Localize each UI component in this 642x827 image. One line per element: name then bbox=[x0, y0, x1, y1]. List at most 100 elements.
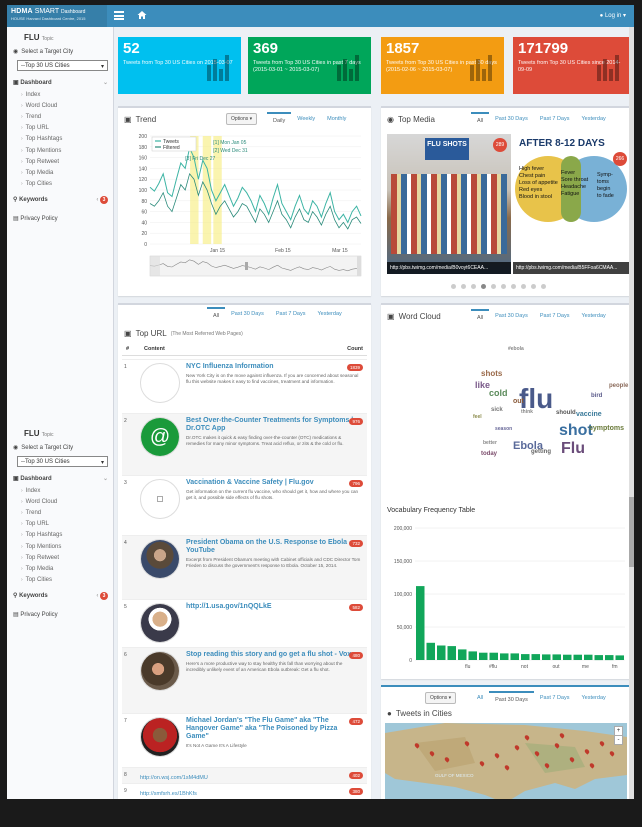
sidebar-dashboard[interactable]: ▣ Dashboard ⌄ bbox=[7, 73, 114, 89]
bar[interactable] bbox=[552, 654, 562, 660]
url-title-link[interactable]: NYC Influenza Information bbox=[186, 363, 361, 371]
bar[interactable] bbox=[447, 646, 457, 660]
url-thumbnail[interactable] bbox=[140, 363, 180, 403]
word-cloud-term[interactable]: getting bbox=[531, 449, 551, 455]
sidebar-privacy-policy[interactable]: ▤ Privacy Policy bbox=[7, 603, 114, 621]
bar[interactable] bbox=[500, 653, 509, 660]
url-title-link[interactable]: Vaccination & Vaccine Safety | Flu.gov bbox=[186, 479, 361, 487]
home-icon[interactable] bbox=[137, 10, 147, 20]
tab-past-7-days[interactable]: Past 7 Days bbox=[270, 307, 312, 323]
sidebar-item-index[interactable]: › Index bbox=[7, 89, 114, 100]
bar[interactable] bbox=[458, 649, 467, 660]
tab-yesterday[interactable]: Yesterday bbox=[576, 112, 612, 128]
sidebar-item-trend[interactable]: › Trend bbox=[7, 111, 114, 122]
login-button[interactable]: ● Log in ▾ bbox=[600, 12, 626, 19]
word-cloud-term[interactable]: feel bbox=[473, 415, 482, 420]
word-cloud-term[interactable]: shots bbox=[481, 370, 502, 378]
url-thumbnail[interactable] bbox=[140, 603, 180, 643]
carousel-dot[interactable] bbox=[461, 284, 466, 289]
bar[interactable] bbox=[521, 654, 530, 660]
tab-past-7-days[interactable]: Past 7 Days bbox=[534, 112, 576, 128]
media-caption[interactable]: http://pbs.twimg.com/media/B5FFoa6CMAA..… bbox=[513, 262, 631, 274]
bar[interactable] bbox=[573, 654, 583, 660]
bar[interactable] bbox=[605, 655, 614, 661]
word-cloud-term[interactable]: think bbox=[521, 410, 533, 415]
carousel-dot[interactable] bbox=[531, 284, 536, 289]
table-row[interactable]: 5 http://1.usa.gov/1nQQLkE 582 bbox=[122, 599, 367, 647]
url-title-link[interactable]: Michael Jordan's "The Flu Game" aka "The… bbox=[186, 717, 361, 741]
trend-chart[interactable]: 200180160140120100806040200Jan 15 Feb 15 M… bbox=[118, 128, 371, 298]
map-options-button[interactable]: Options ▾ bbox=[425, 692, 457, 704]
tab-past-7-days[interactable]: Past 7 Days bbox=[534, 309, 576, 325]
carousel-dot[interactable] bbox=[471, 284, 476, 289]
word-cloud-term[interactable]: cold bbox=[489, 389, 508, 398]
tab-all[interactable]: All bbox=[471, 691, 489, 707]
table-row[interactable]: 7 Michael Jordan's "The Flu Game" aka "Th… bbox=[122, 713, 367, 767]
word-cloud-term[interactable]: should bbox=[556, 410, 576, 416]
menu-toggle-icon[interactable] bbox=[114, 11, 124, 20]
url-thumbnail[interactable]: @ bbox=[140, 417, 180, 457]
url-thumbnail[interactable] bbox=[140, 717, 180, 757]
table-row[interactable]: 9 http://smfsrh.es/1BhKfs 380 bbox=[122, 783, 367, 799]
sidebar-item-top-media[interactable]: › Top Media bbox=[7, 167, 114, 178]
sidebar-item-top-mentions[interactable]: › Top Mentions bbox=[7, 145, 114, 156]
us-map[interactable]: GULF OF MEXICO + - bbox=[385, 723, 627, 799]
url-thumbnail[interactable] bbox=[140, 539, 180, 579]
bar[interactable] bbox=[426, 642, 436, 660]
sidebar-item-top-cities[interactable]: › Top Cities bbox=[7, 179, 114, 190]
range-navigator[interactable] bbox=[149, 255, 362, 277]
word-cloud-term[interactable]: out bbox=[513, 398, 524, 405]
word-cloud-term[interactable]: symptoms bbox=[589, 425, 624, 432]
zoom-out-button[interactable]: - bbox=[614, 735, 623, 745]
table-row[interactable]: 6 Stop reading this story and go get a fl… bbox=[122, 647, 367, 713]
navigator-grip[interactable] bbox=[245, 262, 248, 270]
bar[interactable] bbox=[468, 651, 478, 660]
bar[interactable] bbox=[510, 653, 520, 660]
bar[interactable] bbox=[615, 655, 625, 660]
carousel-dot[interactable] bbox=[541, 284, 546, 289]
sidebar-item-top-url[interactable]: › Top URL bbox=[7, 519, 114, 530]
sidebar-item-top-media[interactable]: › Top Media bbox=[7, 563, 114, 574]
word-cloud-term[interactable]: bird bbox=[591, 393, 602, 399]
url-title-link[interactable]: Best Over-the-Counter Treatments for Sym… bbox=[186, 417, 361, 433]
table-row[interactable]: 2 @ Best Over-the-Counter Treatments for S… bbox=[122, 413, 367, 475]
word-cloud-term[interactable]: sick bbox=[491, 407, 503, 413]
carousel-dot[interactable] bbox=[511, 284, 516, 289]
sidebar-keywords[interactable]: ⚲ Keywords ‹ 3 bbox=[7, 586, 114, 603]
sidebar-item-word-cloud[interactable]: › Word Cloud bbox=[7, 496, 114, 507]
carousel-dot[interactable] bbox=[481, 284, 486, 289]
bar[interactable] bbox=[437, 645, 446, 661]
vocab-bar-chart[interactable]: 200,000 150,000 100,000 50,000 0 flu #flu not ou… bbox=[381, 520, 631, 675]
word-cloud-term[interactable]: people bbox=[609, 383, 628, 389]
tab-all[interactable]: All bbox=[207, 307, 226, 323]
carousel-dot[interactable] bbox=[491, 284, 496, 289]
trend-options-button[interactable]: Options ▾ bbox=[226, 113, 258, 125]
sidebar-keywords[interactable]: ⚲ Keywords ‹ 3 bbox=[7, 190, 114, 207]
tab-all[interactable]: All bbox=[471, 309, 490, 325]
carousel-dot[interactable] bbox=[521, 284, 526, 289]
word-cloud-term[interactable]: shot bbox=[559, 423, 593, 439]
bar[interactable] bbox=[531, 654, 541, 660]
sidebar-item-top-cities[interactable]: › Top Cities bbox=[7, 575, 114, 586]
tab-past-30-days[interactable]: Past 30 Days bbox=[225, 307, 270, 323]
url-title-link[interactable]: http://smfsrh.es/1BhKfs bbox=[140, 787, 361, 797]
url-thumbnail[interactable] bbox=[140, 651, 180, 691]
sidebar-privacy-policy[interactable]: ▤ Privacy Policy bbox=[7, 207, 114, 225]
bar[interactable] bbox=[489, 652, 499, 660]
sidebar-item-top-url[interactable]: › Top URL bbox=[7, 123, 114, 134]
sidebar-item-word-cloud[interactable]: › Word Cloud bbox=[7, 100, 114, 111]
scrollbar-thumb[interactable] bbox=[629, 497, 634, 567]
sidebar-item-top-mentions[interactable]: › Top Mentions bbox=[7, 541, 114, 552]
url-title-link[interactable]: Stop reading this story and go get a flu… bbox=[186, 651, 361, 659]
tab-past-30-days[interactable]: Past 30 Days bbox=[489, 309, 534, 325]
table-row[interactable]: 4 President Obama on the U.S. Response to… bbox=[122, 535, 367, 599]
sidebar-dashboard[interactable]: ▣ Dashboard ⌄ bbox=[7, 469, 114, 485]
target-city-select[interactable]: --Top 30 US Cities ▾ bbox=[17, 60, 108, 71]
tab-daily[interactable]: Daily bbox=[267, 112, 292, 128]
tab-all[interactable]: All bbox=[471, 112, 490, 128]
media-image-flu-shots[interactable]: FLU SHOTS 289 http://pbs.twimg.com/media… bbox=[387, 134, 511, 274]
word-cloud-term[interactable]: better bbox=[483, 441, 497, 446]
bar[interactable] bbox=[563, 654, 572, 660]
sidebar-item-trend[interactable]: › Trend bbox=[7, 507, 114, 518]
url-title-link[interactable]: President Obama on the U.S. Response to … bbox=[186, 539, 361, 555]
